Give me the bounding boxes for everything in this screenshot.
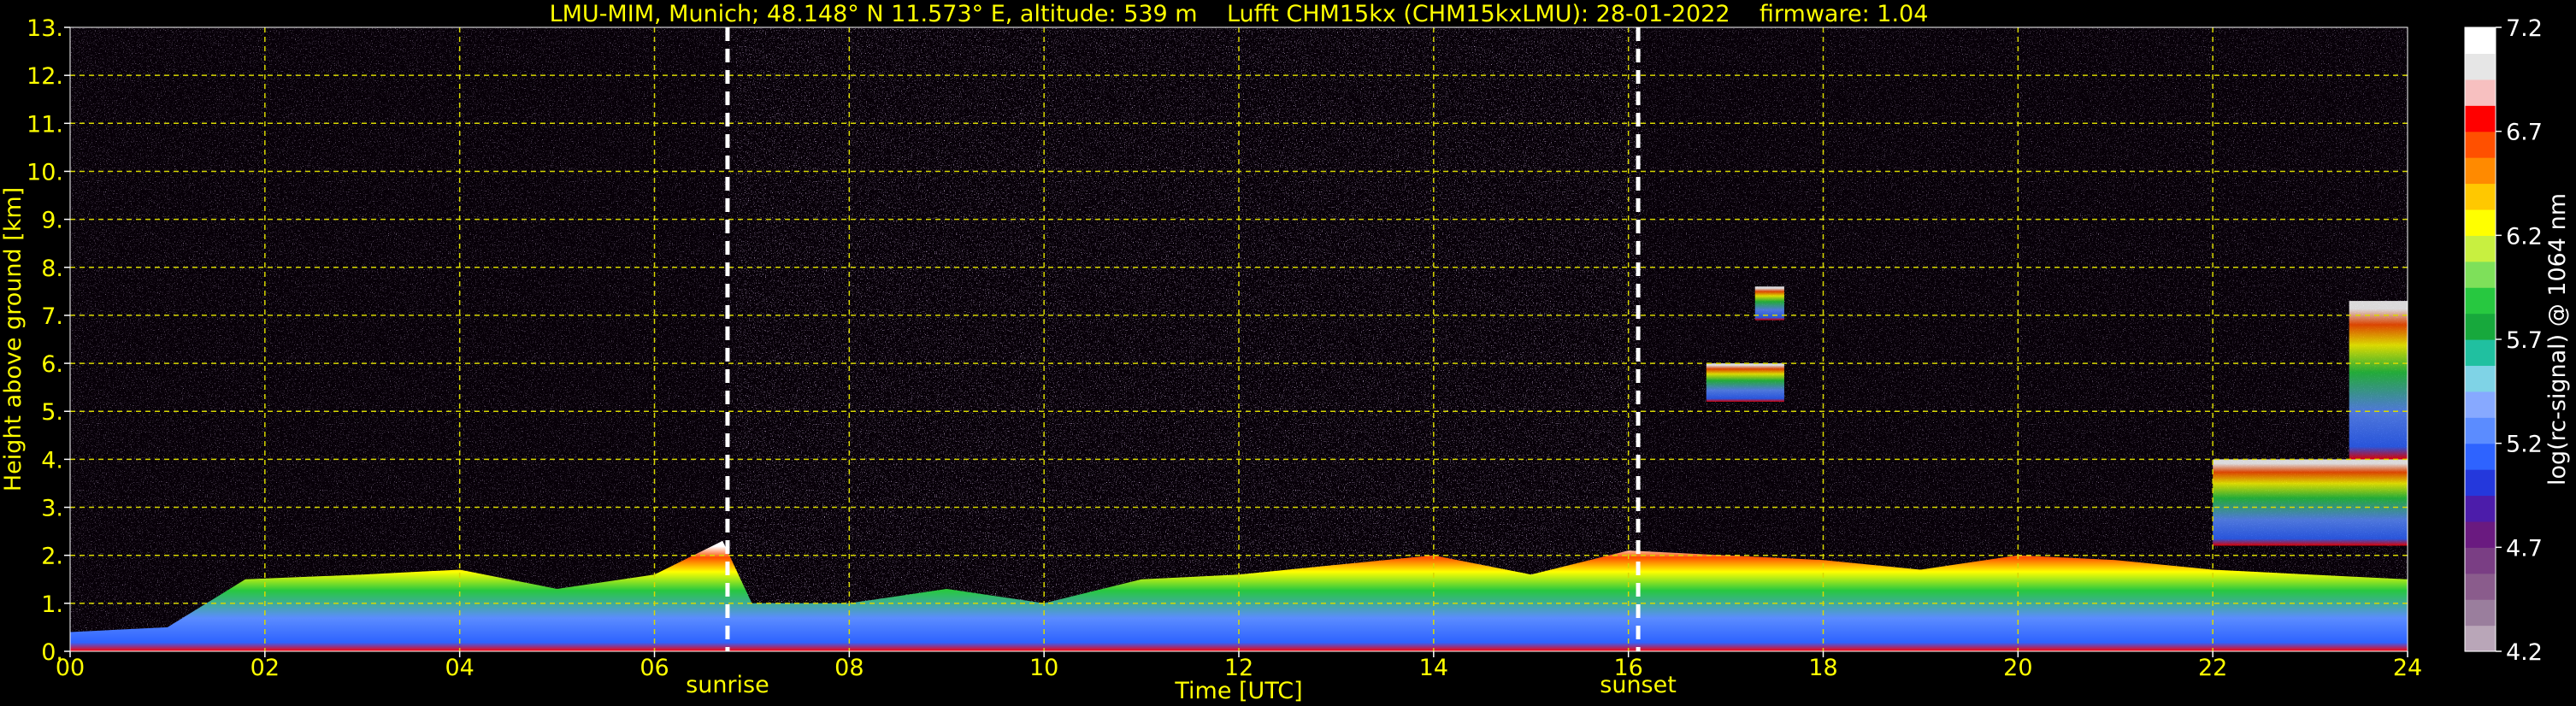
colorbar-swatch <box>2465 625 2496 652</box>
sunrise-label: sunrise <box>686 672 769 698</box>
colorbar-ticks: 4.2 4.7 5.2 5.7 6.2 6.7 7.2 <box>2496 15 2543 666</box>
y-tick-label: 6. <box>41 351 63 378</box>
y-tick-label: 8. <box>41 256 63 282</box>
colorbar-swatch <box>2465 599 2496 627</box>
colorbar-tick-label: 5.7 <box>2506 327 2543 354</box>
colorbar-swatch <box>2465 53 2496 80</box>
y-tick-label: 11. <box>27 111 63 138</box>
elevated-layer-4 <box>2349 301 2408 460</box>
x-tick-label: 24 <box>2393 655 2422 681</box>
colorbar-swatch <box>2465 131 2496 158</box>
colorbar-tick-label: 5.2 <box>2506 432 2543 458</box>
colorbar-swatch <box>2465 27 2496 55</box>
colorbar-tick-label: 6.7 <box>2506 120 2543 146</box>
colorbar-swatch <box>2465 547 2496 574</box>
colorbar-tick-label: 7.2 <box>2506 15 2543 42</box>
y-tick-label: 5. <box>41 399 63 426</box>
colorbar-swatch <box>2465 79 2496 106</box>
colorbar-label: log(rc-signal) @ 1064 nm <box>2544 193 2571 485</box>
x-axis-label: Time [UTC] <box>1174 678 1302 704</box>
y-tick-label: 3. <box>41 496 63 522</box>
colorbar-swatch <box>2465 209 2496 236</box>
x-tick-label: 22 <box>2198 655 2227 681</box>
colorbar-swatch <box>2465 183 2496 210</box>
colorbar-tick-label: 6.2 <box>2506 223 2543 250</box>
ceilometer-chart: 0.1.2.3.4.5.6.7.8.9.10.11.12.13. 00 02 04 0… <box>0 1 2571 704</box>
x-tick-label: 06 <box>640 655 669 681</box>
colorbar-swatch <box>2465 235 2496 262</box>
colorbar-swatch <box>2465 313 2496 340</box>
colorbar-tick-label: 4.2 <box>2506 639 2543 666</box>
elevated-layer-1 <box>1706 363 1784 402</box>
y-tick-label: 12. <box>27 63 63 90</box>
x-tick-label: 08 <box>834 655 864 681</box>
x-tick-label: 14 <box>1419 655 1448 681</box>
x-tick-label: 02 <box>251 655 280 681</box>
y-tick-label: 1. <box>41 591 63 618</box>
y-axis-ticks: 0.1.2.3.4.5.6.7.8.9.10.11.12.13. <box>27 15 70 666</box>
colorbar-tick-label: 4.7 <box>2506 535 2543 562</box>
colorbar-swatch <box>2465 339 2496 367</box>
elevated-layer-3 <box>2213 459 2408 546</box>
y-tick-label: 10. <box>27 159 63 185</box>
chart-title: LMU-MIM, Munich; 48.148° N 11.573° E, al… <box>550 1 1929 27</box>
y-tick-label: 4. <box>41 447 63 474</box>
x-tick-label: 18 <box>1808 655 1837 681</box>
colorbar-swatch <box>2465 157 2496 185</box>
x-tick-label: 00 <box>56 655 85 681</box>
y-tick-label: 7. <box>41 303 63 330</box>
x-tick-label: 20 <box>2003 655 2032 681</box>
y-tick-label: 2. <box>41 544 63 570</box>
y-axis-label: Height above ground [km] <box>0 187 27 491</box>
x-axis-ticks: 00 02 04 06 08 10 12 14 16 18 20 22 24 <box>56 651 2422 681</box>
daytime-noise <box>735 27 1642 651</box>
colorbar-swatch <box>2465 417 2496 444</box>
colorbar-swatch <box>2465 391 2496 418</box>
x-tick-label: 10 <box>1029 655 1058 681</box>
colorbar-swatch <box>2465 495 2496 522</box>
colorbar <box>2464 26 2496 652</box>
x-tick-label: 04 <box>445 655 474 681</box>
colorbar-swatch <box>2465 365 2496 392</box>
colorbar-swatch <box>2465 105 2496 132</box>
colorbar-swatch <box>2465 573 2496 600</box>
y-tick-label: 13. <box>27 15 63 42</box>
plot-area <box>69 26 2408 652</box>
colorbar-swatch <box>2465 287 2496 315</box>
sunset-label: sunset <box>1600 672 1677 698</box>
colorbar-swatch <box>2465 443 2496 470</box>
colorbar-swatch <box>2465 469 2496 497</box>
colorbar-swatch <box>2465 261 2496 288</box>
elevated-layer-2 <box>1754 286 1784 321</box>
colorbar-swatch <box>2465 521 2496 548</box>
y-tick-label: 9. <box>41 208 63 234</box>
